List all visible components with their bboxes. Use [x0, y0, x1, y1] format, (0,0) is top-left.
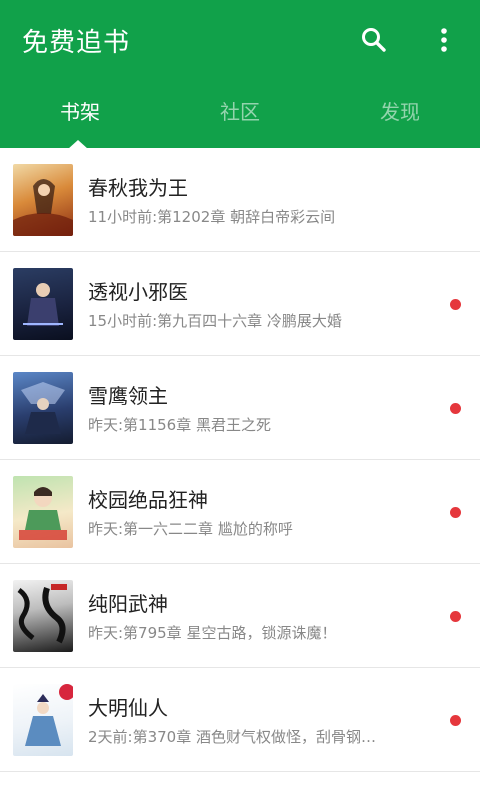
book-cover — [13, 580, 73, 652]
unread-dot — [450, 507, 461, 518]
list-item[interactable]: 纯阳武神 昨天:第795章 星空古路，锁源诛魔！ — [0, 564, 480, 668]
cover-art-icon — [19, 487, 67, 540]
app-bar: 免费追书 书架 社区 发现 — [0, 0, 480, 149]
latest-chapter: 2天前:第370章 酒色财气权做怪，刮骨钢… — [88, 728, 376, 746]
search-button[interactable] — [354, 20, 394, 60]
latest-chapter: 昨天:第一六二二章 尴尬的称呼 — [88, 520, 293, 538]
unread-dot — [450, 299, 461, 310]
book-title: 校园绝品狂神 — [88, 488, 208, 512]
cover-art-icon — [13, 179, 73, 236]
cover-art-icon — [17, 584, 67, 644]
book-title: 透视小邪医 — [88, 280, 188, 304]
app-screen: 免费追书 书架 社区 发现 春秋我为王 11小时前:第1202章 朝辞白帝彩云间… — [0, 0, 480, 800]
list-item[interactable]: 透视小邪医 15小时前:第九百四十六章 冷鹏展大婚 — [0, 252, 480, 356]
list-item[interactable]: 雪鹰领主 昨天:第1156章 黑君王之死 — [0, 356, 480, 460]
more-vertical-icon — [441, 28, 447, 52]
app-title: 免费追书 — [22, 28, 131, 58]
book-cover — [13, 372, 73, 444]
latest-chapter: 15小时前:第九百四十六章 冷鹏展大婚 — [88, 312, 342, 330]
cover-art-icon — [23, 283, 63, 326]
tab-community[interactable]: 社区 — [160, 92, 320, 148]
cover-art-icon — [25, 684, 73, 746]
bookshelf-list: 春秋我为王 11小时前:第1202章 朝辞白帝彩云间 透视小邪医 15小时前:第… — [0, 148, 480, 772]
list-item[interactable]: 校园绝品狂神 昨天:第一六二二章 尴尬的称呼 — [0, 460, 480, 564]
unread-dot — [450, 403, 461, 414]
unread-dot — [450, 611, 461, 622]
tab-discover[interactable]: 发现 — [320, 92, 480, 148]
book-title: 大明仙人 — [88, 696, 168, 720]
latest-chapter: 昨天:第1156章 黑君王之死 — [88, 416, 271, 434]
more-options-button[interactable] — [424, 20, 464, 60]
unread-dot — [450, 715, 461, 726]
book-cover — [13, 164, 73, 236]
book-cover — [13, 684, 73, 756]
list-item[interactable]: 大明仙人 2天前:第370章 酒色财气权做怪，刮骨钢… — [0, 668, 480, 772]
cover-art-icon — [21, 382, 65, 434]
book-title: 雪鹰领主 — [88, 384, 168, 408]
search-icon — [362, 28, 386, 52]
list-item[interactable]: 春秋我为王 11小时前:第1202章 朝辞白帝彩云间 — [0, 148, 480, 252]
book-title: 春秋我为王 — [88, 176, 188, 200]
book-title: 纯阳武神 — [88, 592, 168, 616]
latest-chapter: 昨天:第795章 星空古路，锁源诛魔！ — [88, 624, 337, 642]
book-cover — [13, 268, 73, 340]
book-cover — [13, 476, 73, 548]
latest-chapter: 11小时前:第1202章 朝辞白帝彩云间 — [88, 208, 336, 226]
